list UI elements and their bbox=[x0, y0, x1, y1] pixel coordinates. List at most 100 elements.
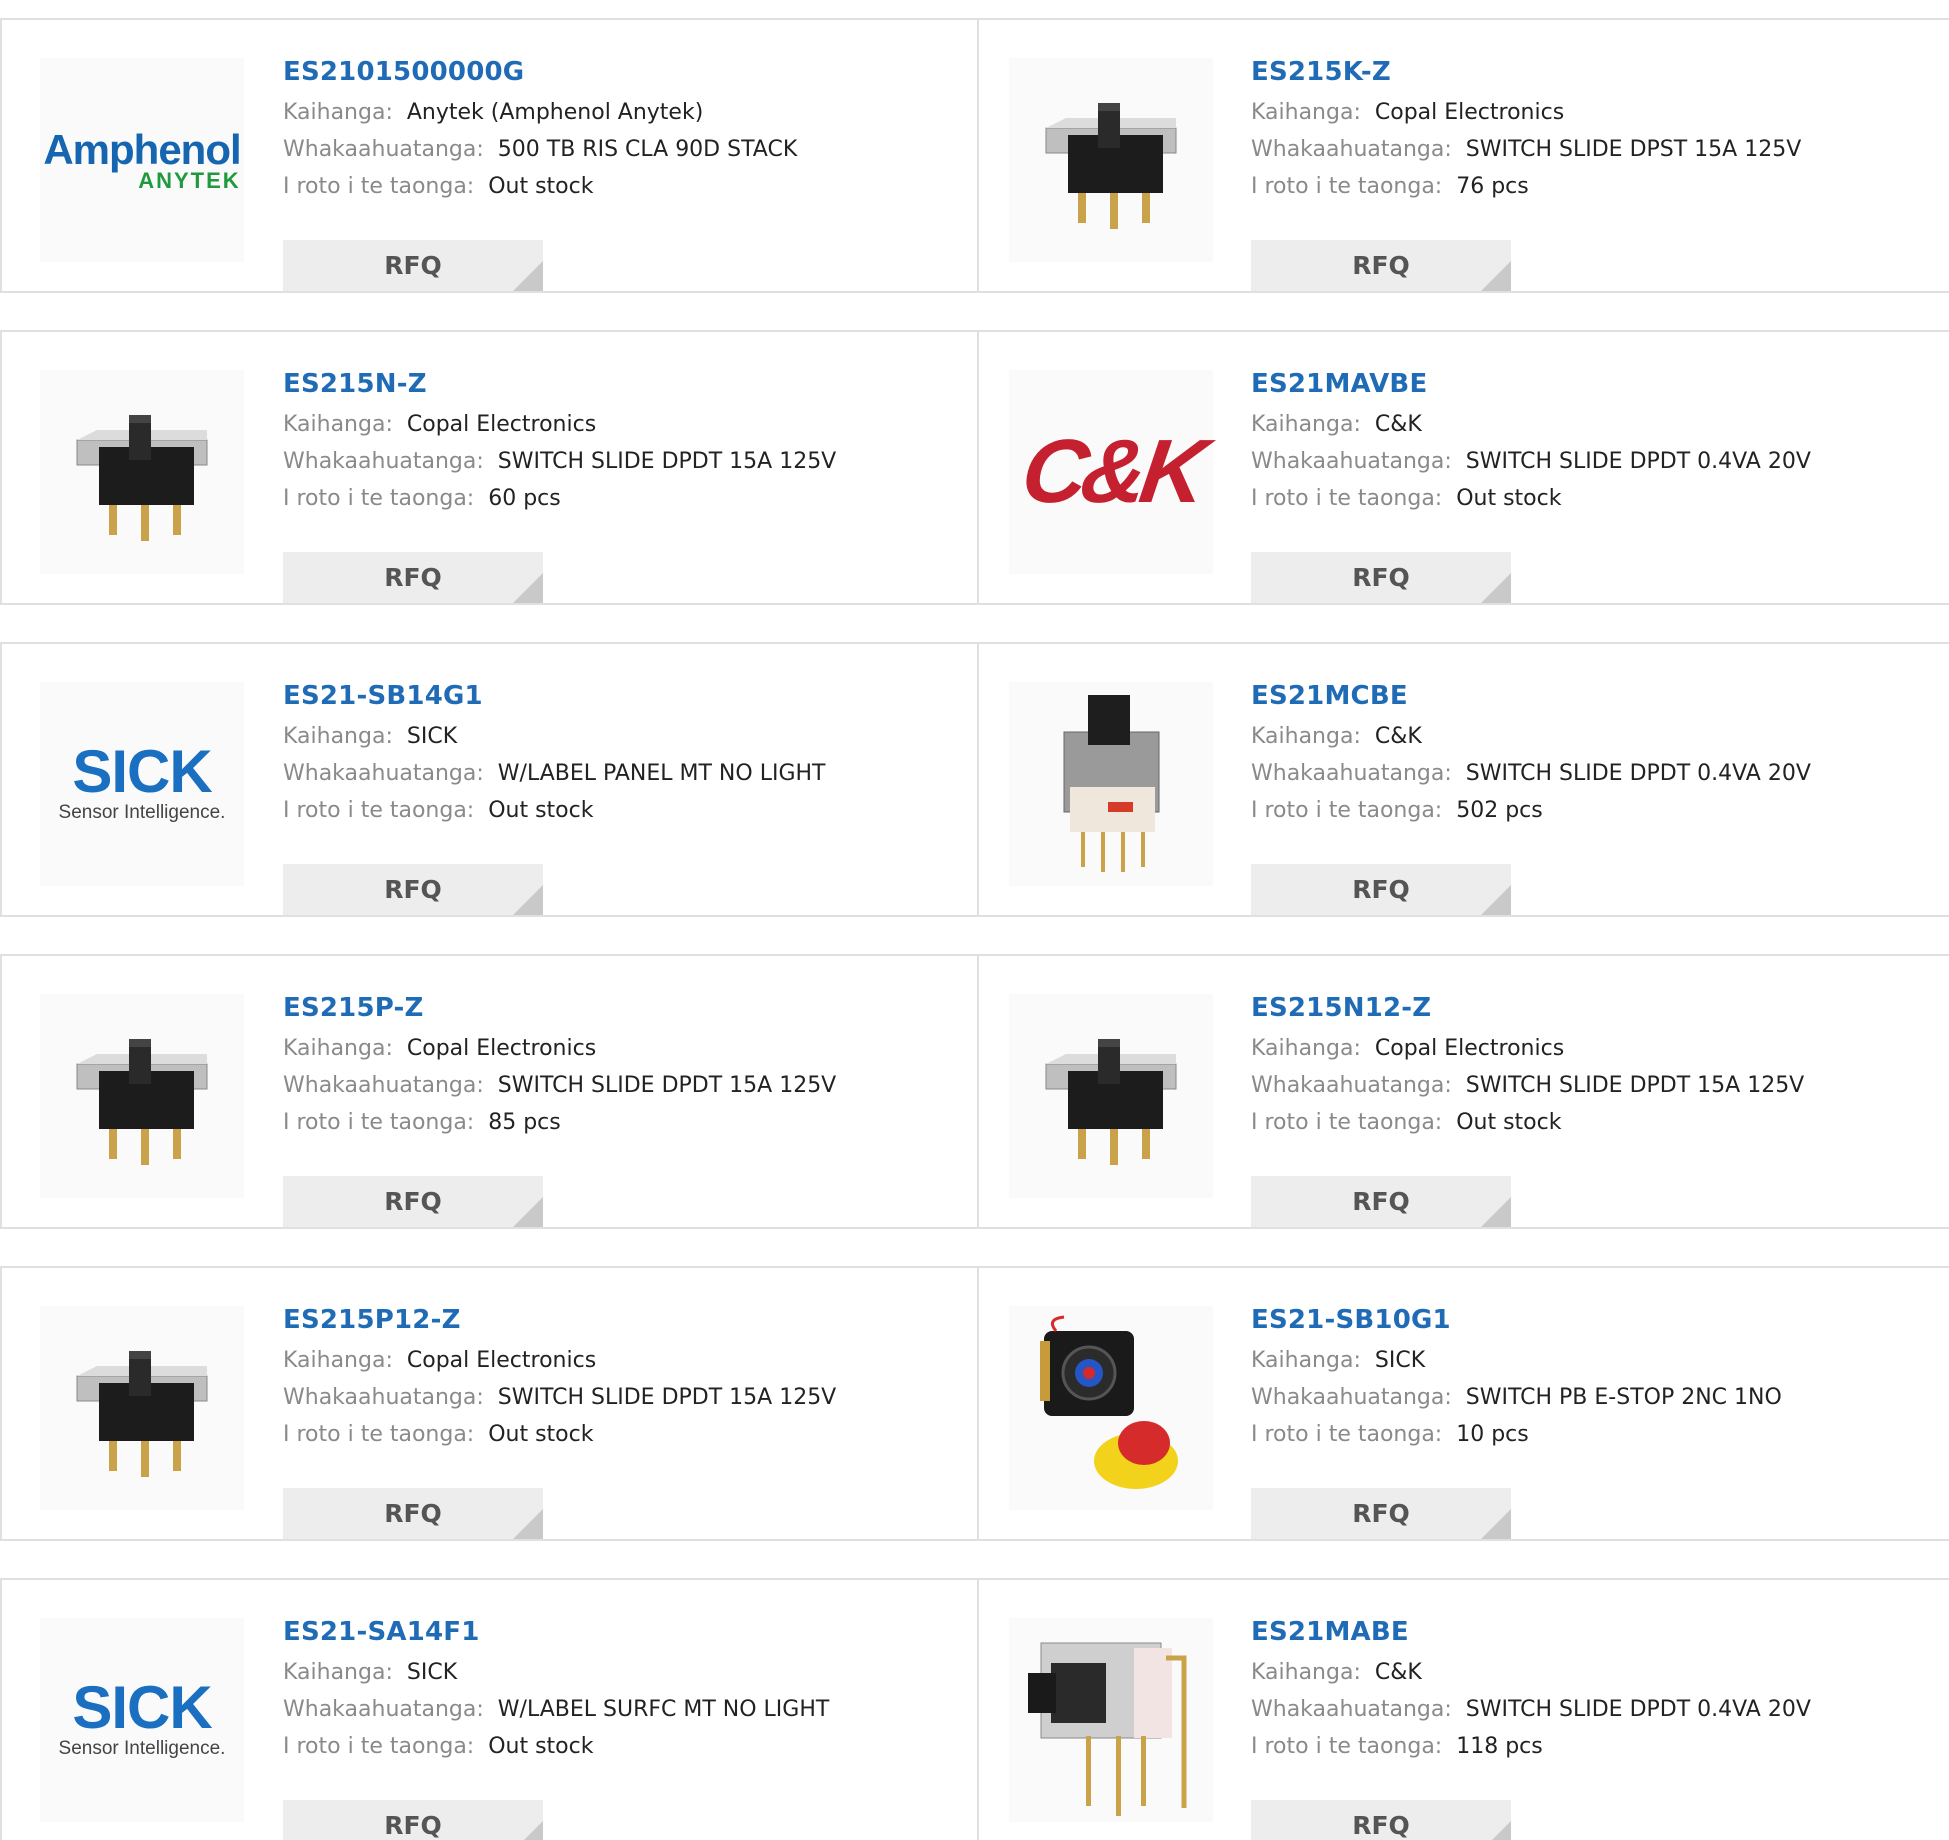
product-photo bbox=[57, 1321, 227, 1495]
rfq-button[interactable]: RFQ bbox=[283, 552, 543, 603]
stock-value: Out stock bbox=[488, 1734, 594, 1759]
product-image[interactable] bbox=[1009, 1618, 1213, 1822]
stock-row: I roto i te taonga: 10 pcs bbox=[1251, 1416, 1939, 1453]
manufacturer-value: Copal Electronics bbox=[1374, 1036, 1565, 1061]
manufacturer-row: Kaihanga: SICK bbox=[1251, 1342, 1939, 1379]
part-number-link[interactable]: ES215P12-Z bbox=[283, 1298, 967, 1342]
description-row: Whakaahuatanga: SWITCH SLIDE DPDT 0.4VA 2… bbox=[1251, 1691, 1939, 1728]
rfq-button[interactable]: RFQ bbox=[1251, 864, 1511, 915]
description-value: SWITCH SLIDE DPDT 0.4VA 20V bbox=[1465, 449, 1811, 474]
rfq-button[interactable]: RFQ bbox=[1251, 1488, 1511, 1539]
stock-label: I roto i te taonga: bbox=[1251, 1734, 1443, 1759]
part-number-link[interactable]: ES2101500000G bbox=[283, 50, 967, 94]
corner-decoration bbox=[1481, 1197, 1511, 1227]
part-number-link[interactable]: ES21MABE bbox=[1251, 1610, 1939, 1654]
manufacturer-value: C&K bbox=[1374, 1660, 1422, 1685]
logo-text: Sensor Intelligence. bbox=[58, 802, 226, 823]
description-row: Whakaahuatanga: SWITCH SLIDE DPDT 0.4VA 2… bbox=[1251, 443, 1939, 480]
part-number-link[interactable]: ES21MCBE bbox=[1251, 674, 1939, 718]
description-row: Whakaahuatanga: SWITCH SLIDE DPDT 15A 125… bbox=[283, 1067, 967, 1104]
corner-decoration bbox=[513, 1509, 543, 1539]
product-info: ES21MCBE Kaihanga: C&K Whakaahuatanga: SWI… bbox=[1251, 674, 1939, 915]
part-number-link[interactable]: ES21-SA14F1 bbox=[283, 1610, 967, 1654]
description-value: SWITCH SLIDE DPDT 15A 125V bbox=[1465, 1073, 1805, 1098]
description-value: W/LABEL PANEL MT NO LIGHT bbox=[497, 761, 826, 786]
corner-decoration bbox=[1481, 1821, 1511, 1840]
description-label: Whakaahuatanga: bbox=[1251, 761, 1452, 786]
stock-label: I roto i te taonga: bbox=[1251, 1110, 1443, 1135]
product-info: ES215N-Z Kaihanga: Copal Electronics Whak… bbox=[283, 362, 967, 603]
product-image[interactable] bbox=[1009, 58, 1213, 262]
manufacturer-value: Copal Electronics bbox=[406, 412, 597, 437]
product-image[interactable] bbox=[40, 994, 244, 1198]
rfq-label: RFQ bbox=[384, 563, 442, 592]
product-image[interactable] bbox=[40, 1306, 244, 1510]
rfq-button[interactable]: RFQ bbox=[1251, 1176, 1511, 1227]
manufacturer-label: Kaihanga: bbox=[1251, 1348, 1361, 1373]
rfq-button[interactable]: RFQ bbox=[1251, 552, 1511, 603]
manufacturer-label: Kaihanga: bbox=[283, 724, 393, 749]
manufacturer-value: SICK bbox=[406, 1660, 458, 1685]
product-image[interactable] bbox=[1009, 994, 1213, 1198]
manufacturer-row: Kaihanga: Copal Electronics bbox=[283, 406, 967, 443]
manufacturer-label: Kaihanga: bbox=[283, 412, 393, 437]
product-image[interactable]: SICK Sensor Intelligence. bbox=[40, 682, 244, 886]
product-image[interactable] bbox=[1009, 682, 1213, 886]
rfq-button[interactable]: RFQ bbox=[283, 240, 543, 291]
description-label: Whakaahuatanga: bbox=[283, 1385, 484, 1410]
stock-value: 118 pcs bbox=[1456, 1734, 1543, 1759]
product-image[interactable]: SICK Sensor Intelligence. bbox=[40, 1618, 244, 1822]
manufacturer-row: Kaihanga: SICK bbox=[283, 1654, 967, 1691]
description-value: SWITCH SLIDE DPDT 15A 125V bbox=[497, 449, 837, 474]
stock-row: I roto i te taonga: Out stock bbox=[283, 1416, 967, 1453]
part-number-link[interactable]: ES21-SB14G1 bbox=[283, 674, 967, 718]
rfq-label: RFQ bbox=[1352, 1187, 1410, 1216]
rfq-button[interactable]: RFQ bbox=[1251, 240, 1511, 291]
product-card: SICK Sensor Intelligence. ES21-SB14G1 Ka… bbox=[0, 642, 979, 917]
corner-decoration bbox=[1481, 261, 1511, 291]
stock-value: 85 pcs bbox=[488, 1110, 561, 1135]
rfq-label: RFQ bbox=[384, 1499, 442, 1528]
description-label: Whakaahuatanga: bbox=[283, 137, 484, 162]
description-row: Whakaahuatanga: SWITCH SLIDE DPDT 15A 125… bbox=[283, 1379, 967, 1416]
stock-row: I roto i te taonga: Out stock bbox=[1251, 1104, 1939, 1141]
description-row: Whakaahuatanga: W/LABEL SURFC MT NO LIGHT bbox=[283, 1691, 967, 1728]
amphenol-logo: Amphenol ANYTEK bbox=[43, 129, 241, 192]
rfq-button[interactable]: RFQ bbox=[283, 1176, 543, 1227]
description-value: SWITCH SLIDE DPST 15A 125V bbox=[1465, 137, 1802, 162]
product-image[interactable] bbox=[1009, 1306, 1213, 1510]
description-label: Whakaahuatanga: bbox=[1251, 137, 1452, 162]
product-card: SICK Sensor Intelligence. ES21-SA14F1 Ka… bbox=[0, 1578, 979, 1840]
corner-decoration bbox=[513, 573, 543, 603]
product-photo bbox=[1026, 1311, 1196, 1505]
product-image[interactable]: C&K bbox=[1009, 370, 1213, 574]
description-row: Whakaahuatanga: 500 TB RIS CLA 90D STACK bbox=[283, 131, 967, 168]
stock-row: I roto i te taonga: Out stock bbox=[283, 1728, 967, 1765]
part-number-link[interactable]: ES21MAVBE bbox=[1251, 362, 1939, 406]
product-image[interactable] bbox=[40, 370, 244, 574]
stock-row: I roto i te taonga: Out stock bbox=[283, 168, 967, 205]
manufacturer-label: Kaihanga: bbox=[1251, 1660, 1361, 1685]
rfq-label: RFQ bbox=[1352, 875, 1410, 904]
part-number-link[interactable]: ES215K-Z bbox=[1251, 50, 1939, 94]
product-card: ES215P-Z Kaihanga: Copal Electronics Whak… bbox=[0, 954, 979, 1229]
stock-value: Out stock bbox=[1456, 1110, 1562, 1135]
part-number-link[interactable]: ES215N12-Z bbox=[1251, 986, 1939, 1030]
product-image[interactable]: Amphenol ANYTEK bbox=[40, 58, 244, 262]
part-number-link[interactable]: ES215N-Z bbox=[283, 362, 967, 406]
part-number-link[interactable]: ES21-SB10G1 bbox=[1251, 1298, 1939, 1342]
stock-row: I roto i te taonga: 85 pcs bbox=[283, 1104, 967, 1141]
ck-logo: C&K bbox=[1015, 421, 1207, 522]
description-label: Whakaahuatanga: bbox=[283, 1073, 484, 1098]
rfq-button[interactable]: RFQ bbox=[1251, 1800, 1511, 1840]
rfq-button[interactable]: RFQ bbox=[283, 1800, 543, 1840]
product-card: ES21MABE Kaihanga: C&K Whakaahuatanga: SWI… bbox=[979, 1578, 1949, 1840]
rfq-button[interactable]: RFQ bbox=[283, 864, 543, 915]
rfq-button[interactable]: RFQ bbox=[283, 1488, 543, 1539]
part-number-link[interactable]: ES215P-Z bbox=[283, 986, 967, 1030]
manufacturer-row: Kaihanga: C&K bbox=[1251, 406, 1939, 443]
corner-decoration bbox=[1481, 1509, 1511, 1539]
corner-decoration bbox=[1481, 573, 1511, 603]
manufacturer-value: SICK bbox=[406, 724, 458, 749]
product-photo bbox=[1016, 1618, 1206, 1822]
